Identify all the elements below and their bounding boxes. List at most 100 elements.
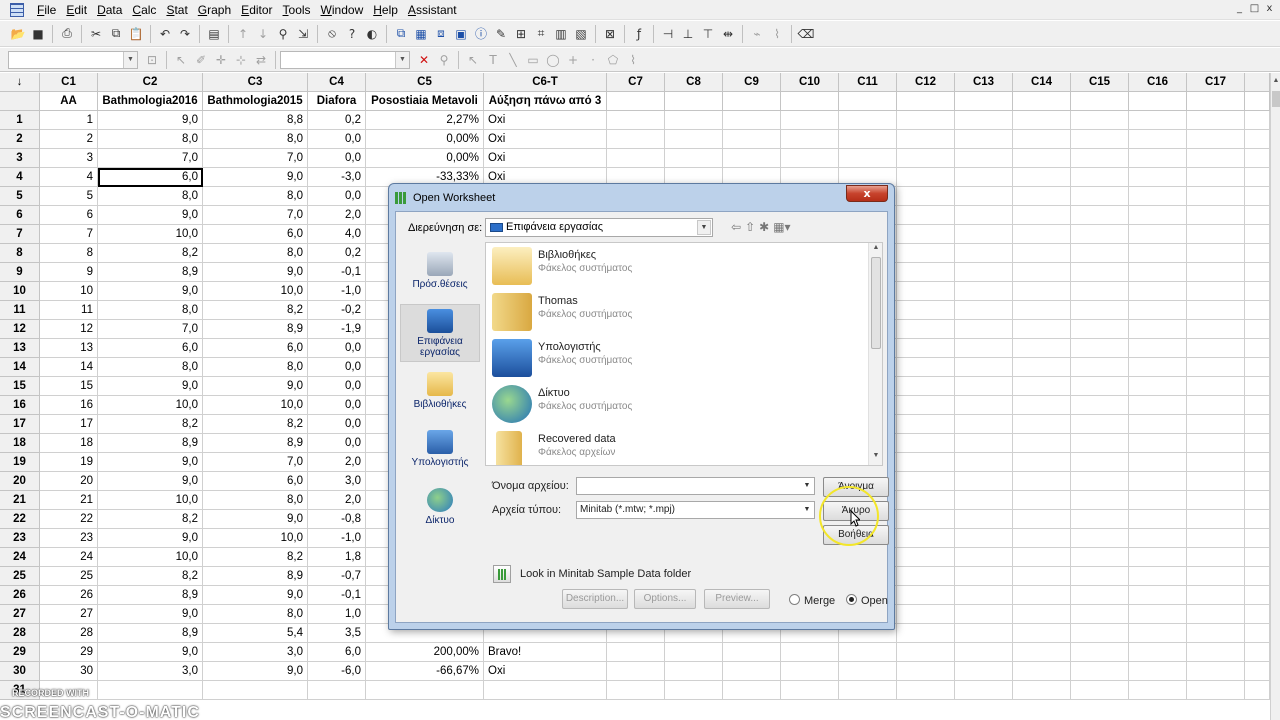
table-cell[interactable] — [1013, 453, 1071, 472]
table-cell[interactable] — [955, 301, 1013, 320]
table-cell[interactable] — [1245, 662, 1270, 681]
scroll-down-icon[interactable]: ▼ — [869, 452, 882, 464]
table-cell[interactable]: 8,9 — [98, 263, 203, 282]
table-cell[interactable] — [955, 434, 1013, 453]
table-cell[interactable] — [955, 681, 1013, 700]
table-cell[interactable]: 16 — [40, 396, 98, 415]
file-list[interactable]: Βιβλιοθήκες Φάκελος συστήματος Thomas Φά… — [485, 242, 883, 466]
table-cell[interactable] — [1129, 415, 1187, 434]
table-cell[interactable] — [1129, 225, 1187, 244]
table-cell[interactable] — [955, 472, 1013, 491]
table-cell[interactable] — [1013, 377, 1071, 396]
table-cell[interactable] — [839, 149, 897, 168]
row-header[interactable]: 1 — [0, 111, 40, 130]
row-header[interactable]: 9 — [0, 263, 40, 282]
view-menu-icon[interactable]: ▦▾ — [773, 220, 790, 234]
table-cell[interactable]: 6,0 — [98, 168, 203, 187]
table-cell[interactable] — [1245, 605, 1270, 624]
table-cell[interactable]: 10,0 — [98, 491, 203, 510]
table-cell[interactable] — [1013, 415, 1071, 434]
session-window-icon[interactable]: ⧉ — [392, 25, 410, 43]
table-cell[interactable] — [1013, 605, 1071, 624]
table-cell[interactable] — [1245, 453, 1270, 472]
polyline-tool-icon[interactable]: ⌇ — [624, 51, 642, 69]
table-cell[interactable] — [897, 472, 955, 491]
table-cell[interactable] — [1187, 529, 1245, 548]
table-cell[interactable] — [1187, 130, 1245, 149]
row-header[interactable]: 15 — [0, 377, 40, 396]
table-cell[interactable] — [1245, 586, 1270, 605]
table-cell[interactable]: 22 — [40, 510, 98, 529]
table-cell[interactable] — [1245, 567, 1270, 586]
sample-data-label[interactable]: Look in Minitab Sample Data folder — [520, 568, 691, 580]
table-cell[interactable] — [1013, 662, 1071, 681]
save-icon[interactable]: ■ — [29, 25, 47, 43]
table-cell[interactable]: 10,0 — [98, 396, 203, 415]
table-cell[interactable] — [897, 567, 955, 586]
column-header[interactable]: C2 — [98, 73, 203, 92]
table-cell[interactable] — [781, 681, 839, 700]
table-cell[interactable] — [1071, 225, 1129, 244]
table-cell[interactable]: 10,0 — [203, 282, 308, 301]
menu-help[interactable]: Help — [368, 0, 403, 20]
table-cell[interactable]: 0,0 — [308, 396, 366, 415]
table-cell[interactable]: 4,0 — [308, 225, 366, 244]
table-cell[interactable] — [1129, 643, 1187, 662]
table-cell[interactable] — [955, 377, 1013, 396]
table-cell[interactable] — [1013, 681, 1071, 700]
row-header[interactable]: 25 — [0, 567, 40, 586]
table-cell[interactable] — [1129, 472, 1187, 491]
table-cell[interactable]: 9,0 — [203, 263, 308, 282]
table-cell[interactable]: 200,00% — [366, 643, 484, 662]
table-cell[interactable]: 11 — [40, 301, 98, 320]
table-cell[interactable] — [484, 681, 607, 700]
table-cell[interactable]: 8,2 — [98, 567, 203, 586]
row-header[interactable]: 4 — [0, 168, 40, 187]
table-cell[interactable] — [1129, 168, 1187, 187]
table-cell[interactable] — [839, 130, 897, 149]
table-cell[interactable]: 3,0 — [203, 643, 308, 662]
row-header[interactable]: 11 — [0, 301, 40, 320]
table-cell[interactable] — [1245, 244, 1270, 263]
table-cell[interactable] — [1013, 282, 1071, 301]
table-cell[interactable] — [897, 510, 955, 529]
table-cell[interactable]: 8,0 — [203, 130, 308, 149]
table-cell[interactable]: 4 — [40, 168, 98, 187]
table-cell[interactable] — [1013, 206, 1071, 225]
row-header[interactable]: 20 — [0, 472, 40, 491]
set-id-icon[interactable]: ⌇ — [768, 25, 786, 43]
table-cell[interactable] — [1071, 187, 1129, 206]
table-cell[interactable]: 9,0 — [98, 529, 203, 548]
table-cell[interactable] — [665, 149, 723, 168]
table-cell[interactable] — [1129, 358, 1187, 377]
options-button[interactable]: Options... — [634, 589, 696, 609]
table-cell[interactable]: 8,2 — [98, 510, 203, 529]
column-header[interactable]: C16 — [1129, 73, 1187, 92]
select-arrow-icon[interactable]: ↖ — [172, 51, 190, 69]
brush-tool-icon[interactable]: ✐ — [192, 51, 210, 69]
look-in-combo[interactable]: Επιφάνεια εργασίας ▼ — [485, 218, 713, 237]
column-header[interactable]: C11 — [839, 73, 897, 92]
table-cell[interactable]: 9,0 — [203, 586, 308, 605]
move-columns-icon[interactable]: ⇹ — [719, 25, 737, 43]
print-icon[interactable]: ⎙ — [58, 25, 76, 43]
table-cell[interactable]: 8,9 — [203, 567, 308, 586]
table-cell[interactable] — [1187, 643, 1245, 662]
scroll-up-icon[interactable]: ▲ — [869, 244, 882, 256]
menu-edit[interactable]: Edit — [61, 0, 92, 20]
column-header[interactable]: C9 — [723, 73, 781, 92]
table-cell[interactable] — [897, 320, 955, 339]
table-cell[interactable] — [1071, 320, 1129, 339]
table-cell[interactable] — [1245, 415, 1270, 434]
table-cell[interactable] — [1187, 586, 1245, 605]
row-header[interactable]: 13 — [0, 339, 40, 358]
edit-last-dialog-icon[interactable]: ▤ — [205, 25, 223, 43]
table-cell[interactable]: 7 — [40, 225, 98, 244]
table-cell[interactable] — [1245, 624, 1270, 643]
column-name-cell[interactable] — [1129, 92, 1187, 111]
layer-selector-combo[interactable]: ▼ — [280, 50, 410, 69]
text-tool-icon[interactable]: T — [484, 51, 502, 69]
table-cell[interactable]: 9,0 — [98, 605, 203, 624]
edit-item-icon[interactable]: ⊡ — [143, 51, 161, 69]
table-cell[interactable] — [1129, 605, 1187, 624]
